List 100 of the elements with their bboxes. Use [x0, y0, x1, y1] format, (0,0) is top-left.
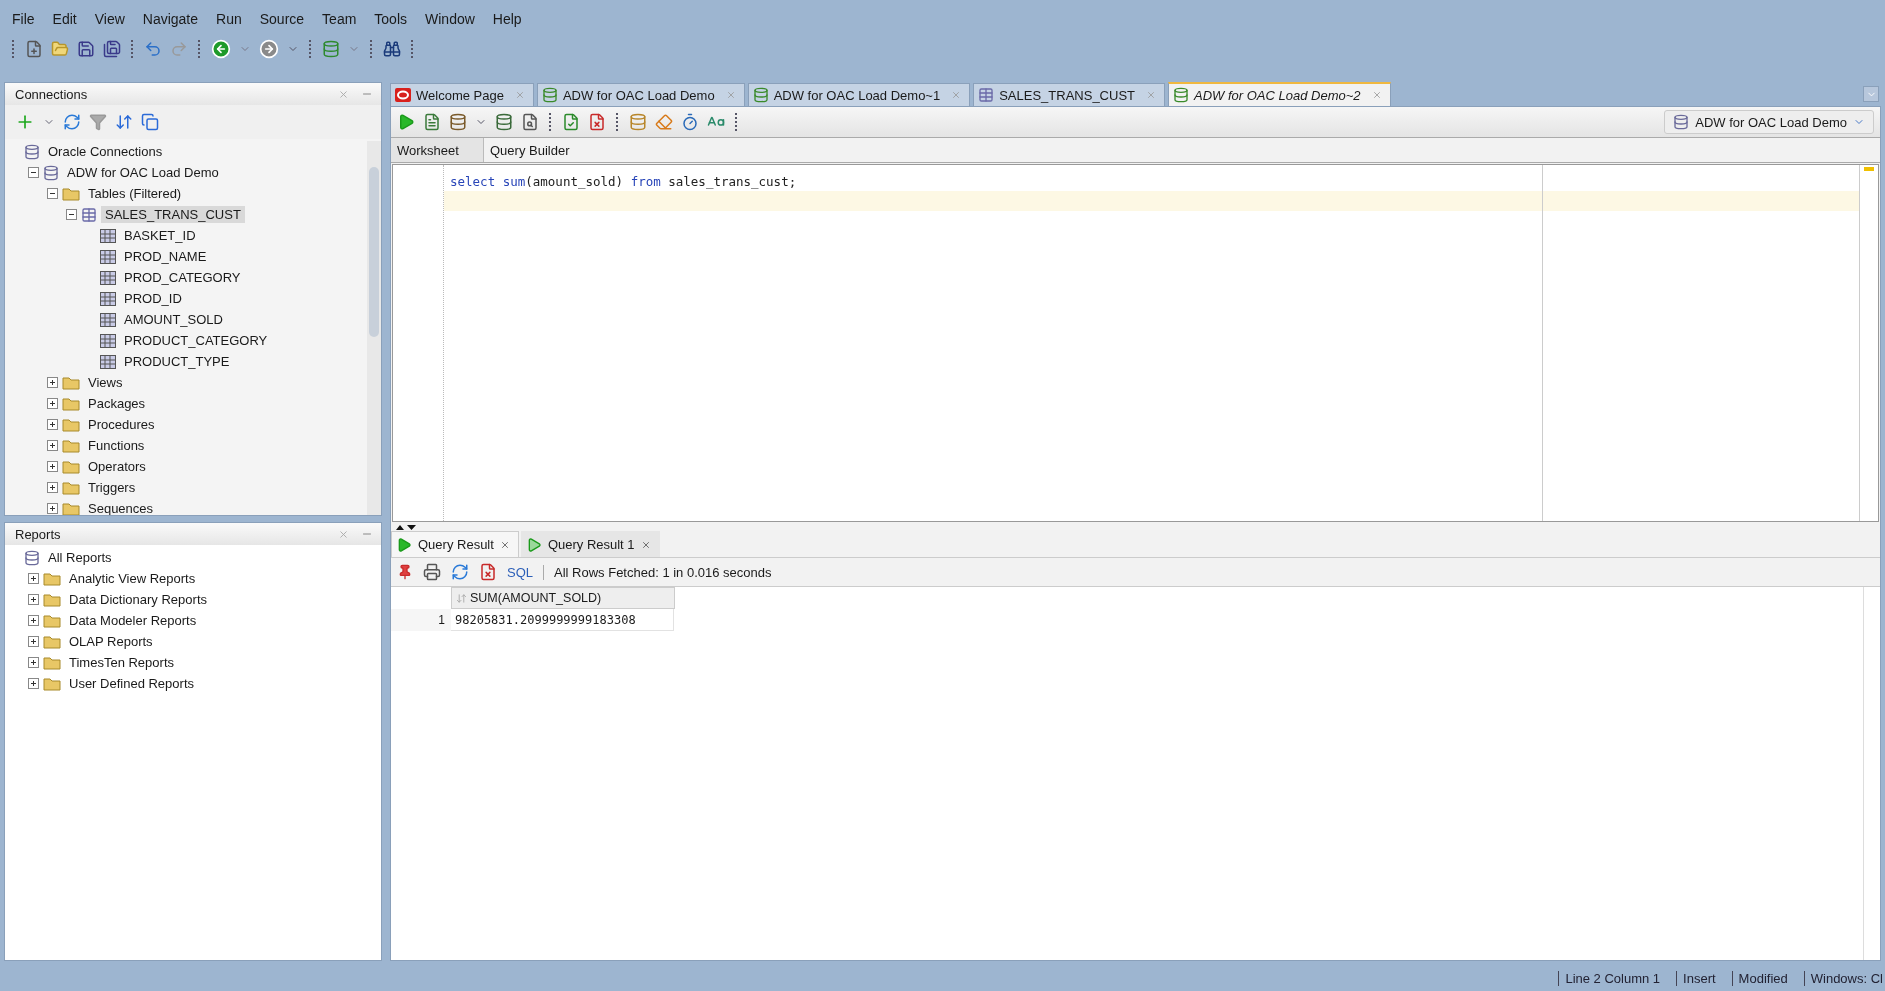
tree-item[interactable]: PRODUCT_TYPE — [120, 353, 234, 370]
expand-toggle[interactable] — [28, 636, 39, 647]
close-icon[interactable] — [1371, 90, 1382, 100]
editor-tab[interactable]: ADW for OAC Load Demo~1 — [747, 83, 971, 106]
expand-toggle[interactable] — [66, 209, 77, 220]
tree-item[interactable]: PROD_ID — [120, 290, 186, 307]
copy-icon[interactable] — [141, 113, 159, 131]
run-script-icon[interactable] — [423, 113, 441, 131]
expand-toggle[interactable] — [28, 678, 39, 689]
tree-item[interactable]: Data Dictionary Reports — [65, 591, 211, 608]
folder-icon — [43, 634, 61, 649]
tree-item[interactable]: User Defined Reports — [65, 675, 198, 692]
tree-item[interactable]: Operators — [84, 458, 150, 475]
worksheet-tab[interactable]: Worksheet — [391, 138, 484, 162]
menu-item[interactable]: Source — [251, 9, 313, 29]
back-icon[interactable] — [211, 39, 231, 59]
result-tab[interactable]: Query Result 1 — [520, 531, 660, 557]
expand-toggle[interactable] — [47, 440, 58, 451]
editor-tab[interactable]: SALES_TRANS_CUST — [973, 83, 1165, 106]
tree-item[interactable]: Oracle Connections — [44, 143, 167, 160]
editor-tab[interactable]: Welcome Page — [390, 83, 534, 106]
menu-item[interactable]: View — [86, 9, 133, 29]
tree-item[interactable]: Analytic View Reports — [65, 570, 200, 587]
expand-toggle[interactable] — [47, 188, 58, 199]
tree-item[interactable]: Functions — [84, 437, 149, 454]
close-icon[interactable] — [499, 539, 510, 550]
tree-item[interactable]: PROD_CATEGORY — [120, 269, 245, 286]
filter-icon[interactable] — [89, 113, 107, 131]
tree-item[interactable]: Tables (Filtered) — [84, 185, 186, 202]
refresh-icon[interactable] — [63, 113, 81, 131]
sql-link[interactable]: SQL — [507, 564, 533, 580]
tree-item[interactable]: All Reports — [44, 549, 116, 566]
database-icon[interactable] — [629, 113, 647, 131]
tree-item[interactable]: AMOUNT_SOLD — [120, 311, 227, 328]
expand-toggle[interactable] — [28, 573, 39, 584]
expand-toggle[interactable] — [47, 503, 58, 514]
expand-toggle[interactable] — [28, 167, 39, 178]
column-header[interactable]: SUM(AMOUNT_SOLD) — [451, 587, 675, 609]
tree-item[interactable]: Triggers — [84, 479, 140, 496]
forward-icon[interactable] — [259, 39, 279, 59]
menu-item[interactable]: Navigate — [134, 9, 207, 29]
save-icon[interactable] — [77, 40, 95, 58]
close-icon[interactable] — [338, 528, 349, 540]
code-editor[interactable]: select sum(amount_sold) from sales_trans_cust; — [392, 164, 1879, 522]
tree-item[interactable]: ADW for OAC Load Demo — [63, 164, 223, 181]
binoculars-icon[interactable] — [383, 40, 401, 58]
expand-toggle[interactable] — [47, 377, 58, 388]
tree-item[interactable]: PRODUCT_CATEGORY — [120, 332, 272, 349]
tree-item[interactable]: Packages — [84, 395, 150, 412]
worksheet-tab[interactable]: Query Builder — [484, 138, 576, 162]
connection-selector[interactable]: ADW for OAC Load Demo — [1664, 110, 1874, 134]
pin-icon[interactable] — [397, 564, 413, 580]
close-icon[interactable] — [640, 539, 651, 550]
open-folder-icon[interactable] — [51, 40, 69, 58]
menu-item[interactable]: Team — [314, 9, 365, 29]
sort-icon[interactable] — [115, 113, 133, 131]
tree-item[interactable]: SALES_TRANS_CUST — [101, 206, 245, 223]
commit-icon[interactable] — [562, 113, 580, 131]
menu-item[interactable]: File — [4, 9, 43, 29]
editor-tab[interactable]: ADW for OAC Load Demo~2 — [1168, 82, 1391, 106]
database-icon[interactable] — [495, 113, 513, 131]
scrollbar[interactable] — [367, 141, 381, 515]
tree-item[interactable]: PROD_NAME — [120, 248, 211, 265]
tree-item[interactable]: Data Modeler Reports — [65, 612, 201, 629]
undo-icon[interactable] — [144, 40, 162, 58]
result-tab[interactable]: Query Result — [391, 531, 519, 557]
timer-icon[interactable] — [681, 113, 699, 131]
expand-toggle[interactable] — [47, 482, 58, 493]
run-icon[interactable] — [397, 113, 415, 131]
expand-toggle[interactable] — [47, 461, 58, 472]
save-all-icon[interactable] — [103, 40, 121, 58]
database-icon[interactable] — [449, 113, 467, 131]
expand-toggle[interactable] — [47, 419, 58, 430]
splitter-arrows-icon[interactable] — [395, 523, 417, 531]
menu-item[interactable]: Run — [208, 9, 250, 29]
tree-item[interactable]: OLAP Reports — [65, 633, 157, 650]
close-icon[interactable] — [338, 88, 349, 100]
new-file-icon[interactable] — [25, 40, 43, 58]
warning-marker — [1864, 167, 1874, 171]
eraser-icon[interactable] — [655, 113, 673, 131]
tree-item[interactable]: Sequences — [84, 500, 158, 515]
explain-plan-icon[interactable] — [521, 113, 539, 131]
expand-toggle[interactable] — [28, 615, 39, 626]
cancel-icon[interactable] — [479, 563, 497, 581]
tree-item[interactable]: Views — [84, 374, 127, 391]
tree-item[interactable]: BASKET_ID — [120, 227, 200, 244]
tree-item[interactable]: Procedures — [84, 416, 159, 433]
editor-tab[interactable]: ADW for OAC Load Demo — [536, 83, 745, 106]
menu-item[interactable]: Edit — [44, 9, 85, 29]
rollback-icon[interactable] — [588, 113, 606, 131]
tree-item[interactable]: TimesTen Reports — [65, 654, 178, 671]
welcome-icon — [395, 88, 411, 102]
menu-item[interactable]: Window — [417, 9, 483, 29]
expand-toggle[interactable] — [28, 594, 39, 605]
menu-item[interactable]: Tools — [366, 9, 415, 29]
menu-item[interactable]: Help — [484, 9, 530, 29]
expand-toggle[interactable] — [47, 398, 58, 409]
expand-toggle[interactable] — [28, 657, 39, 668]
refresh-icon[interactable] — [451, 563, 469, 581]
print-icon[interactable] — [423, 563, 441, 581]
